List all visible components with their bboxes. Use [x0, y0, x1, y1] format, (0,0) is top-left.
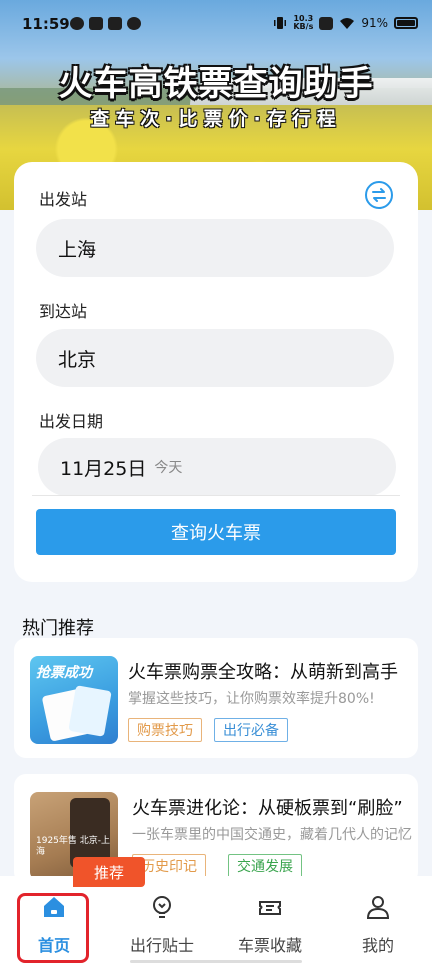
status-right: 10.3 KB/s 91%	[273, 15, 418, 31]
ticket-icon	[259, 901, 281, 915]
nav-item-travel-tips[interactable]: 出行贴士	[108, 876, 216, 964]
date-field[interactable]: 11月25日 今天	[38, 438, 396, 496]
search-card: 出发站 上海 到达站 北京 出发日期 11月25日 今天 查询火车票	[14, 162, 418, 582]
wifi-icon	[340, 17, 355, 29]
ticket-image	[68, 685, 112, 737]
sim-icon	[319, 16, 334, 30]
net-speed: 10.3 KB/s	[293, 15, 313, 31]
nav-label: 出行贴士	[129, 936, 194, 955]
lightbulb-icon	[153, 896, 171, 918]
date-label: 出发日期	[39, 412, 104, 431]
from-station-value: 上海	[58, 238, 97, 261]
status-bar: 11:59 10.3 KB/s 91%	[0, 0, 432, 50]
date-today: 今天	[154, 460, 183, 476]
mail-notification-icon	[89, 17, 103, 30]
from-station-field[interactable]: 上海	[36, 219, 394, 277]
recommend-badge: 推荐	[73, 857, 145, 887]
to-label: 到达站	[39, 302, 88, 321]
date-value: 11月25日	[60, 457, 147, 480]
from-label: 出发站	[39, 190, 88, 209]
thumbnail-text: 抢票成功	[36, 665, 92, 681]
vibrate-icon	[274, 17, 287, 29]
hot-section-title: 热门推荐	[22, 618, 94, 639]
article-title: 火车票进化论：从硬板票到“刷脸”	[132, 798, 403, 819]
nav-item-saved-tickets[interactable]: 车票收藏	[216, 876, 324, 964]
article-card-1[interactable]: 抢票成功 火车票购票全攻略：从萌新到高手 掌握这些技巧，让你购票效率提升80%!…	[14, 638, 418, 758]
chat-notification-icon	[127, 17, 141, 30]
play-notification-icon	[108, 17, 122, 30]
home-highlight-box	[17, 893, 89, 963]
query-tickets-button[interactable]: 查询火车票	[36, 509, 396, 555]
battery-icon	[394, 17, 418, 29]
to-station-value: 北京	[58, 348, 97, 371]
status-time: 11:59	[22, 15, 70, 33]
nav-label: 我的	[361, 936, 394, 955]
swap-stations-icon[interactable]	[364, 180, 394, 210]
article-tag: 出行必备	[214, 718, 288, 742]
home-indicator	[130, 960, 302, 963]
article-tag: 交通发展	[228, 854, 302, 878]
article-thumbnail: 抢票成功	[30, 656, 118, 744]
article-tag: 购票技巧	[128, 718, 202, 742]
thumbnail-text: 1925年售 北京-上海	[36, 836, 111, 857]
article-title: 火车票购票全攻略：从萌新到高手	[128, 662, 398, 683]
hero-title: 火车高铁票查询助手	[58, 64, 374, 104]
article-desc: 一张车票里的中国交通史，藏着几代人的记忆	[132, 827, 412, 843]
app-notification-icon	[70, 17, 84, 30]
user-icon	[366, 896, 390, 919]
nav-item-profile[interactable]: 我的	[324, 876, 432, 964]
article-desc: 掌握这些技巧，让你购票效率提升80%!	[128, 691, 375, 707]
nav-label: 车票收藏	[237, 936, 302, 955]
divider	[32, 495, 400, 496]
to-station-field[interactable]: 北京	[36, 329, 394, 387]
net-speed-unit: KB/s	[293, 22, 314, 31]
hero-subtitle: 查车次·比票价·存行程	[90, 108, 342, 130]
notification-icons	[70, 17, 141, 30]
battery-percent: 91%	[361, 16, 388, 30]
